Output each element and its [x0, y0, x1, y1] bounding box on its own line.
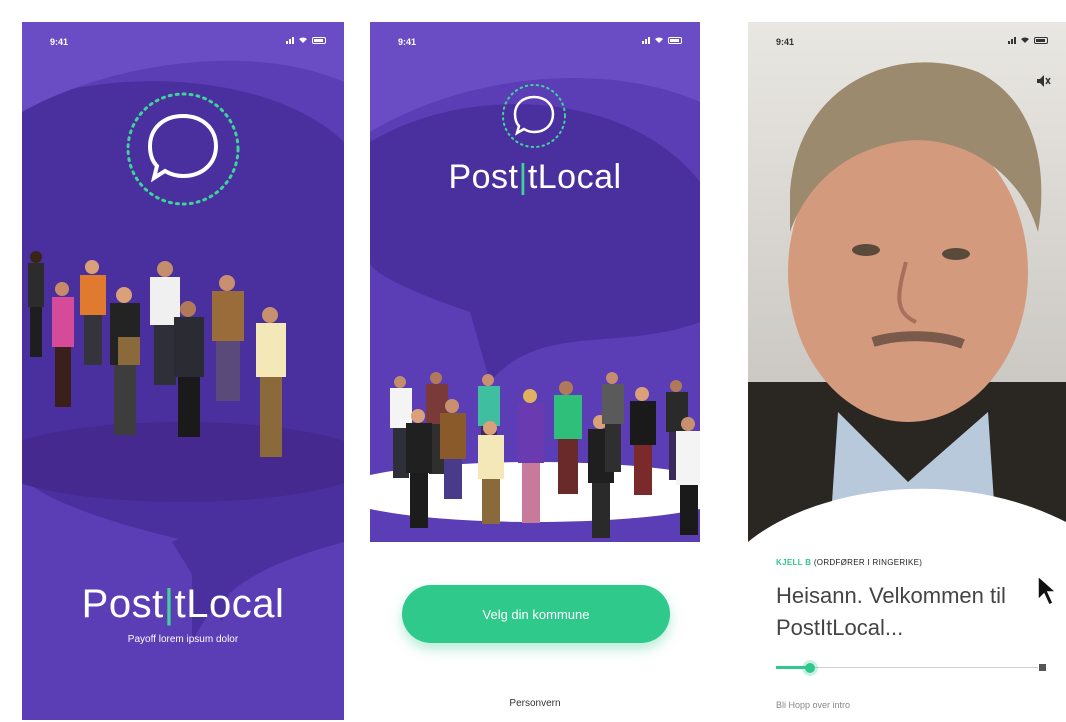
speaker-title: (ORDFØRER I RINGERIKE): [813, 558, 923, 567]
welcome-screen: 9:41 Post|tLocal Velg din kommune Person…: [370, 22, 700, 722]
skip-intro-link[interactable]: Bli Hopp over intro: [776, 700, 850, 710]
message-line-2: PostItLocal...: [776, 615, 904, 640]
message-line-1: Heisann. Velkommen til: [776, 583, 1006, 608]
speaker-name: KJELL B: [776, 558, 812, 567]
status-time: 9:41: [50, 37, 69, 47]
cursor-icon: [1037, 574, 1058, 607]
hero-area: 9:41 Post|tLocal: [370, 22, 700, 542]
stop-icon[interactable]: [1039, 664, 1046, 671]
intro-video-screen: 9:41 KJELL B (ORDFØRER I RINGERIKE) Heis…: [748, 22, 1066, 722]
speaker-icon[interactable]: [1036, 74, 1052, 88]
crowd-illustration: [28, 251, 286, 457]
crowd-illustration: [390, 372, 700, 538]
signal-icon: [642, 36, 650, 44]
status-bar: 9:41: [370, 36, 700, 50]
tagline: Payoff lorem ipsum dolor: [127, 634, 239, 645]
status-time: 9:41: [398, 37, 417, 47]
battery-icon: [312, 36, 326, 44]
welcome-message: Heisann. Velkommen til PostItLocal...: [776, 580, 1056, 644]
battery-icon: [668, 36, 682, 44]
audio-progress-slider[interactable]: [776, 662, 1046, 674]
status-bar: 9:41: [748, 36, 1066, 50]
signal-icon: [286, 36, 294, 44]
chat-bubble-icon: [126, 92, 240, 206]
privacy-link[interactable]: Personvern: [370, 698, 700, 709]
battery-icon: [1034, 36, 1048, 44]
wifi-icon: [655, 37, 663, 43]
status-bar: 9:41: [22, 36, 344, 50]
status-time: 9:41: [776, 37, 795, 47]
splash-screen: 9:41 Post|tLocal Payoff lorem ipsum dolo…: [22, 22, 344, 720]
wifi-icon: [1021, 37, 1029, 43]
select-municipality-button[interactable]: Velg din kommune: [402, 585, 670, 643]
slider-knob[interactable]: [805, 663, 816, 673]
speaker-caption: KJELL B (ORDFØRER I RINGERIKE): [776, 558, 922, 567]
wifi-icon: [299, 37, 307, 43]
chat-bubble-icon: [502, 84, 566, 148]
app-logo: Post|tLocal: [81, 582, 285, 626]
slider-track: [776, 667, 1038, 668]
signal-icon: [1008, 36, 1016, 44]
app-logo: Post|tLocal: [448, 158, 622, 196]
speaker-photo: [748, 22, 1066, 562]
